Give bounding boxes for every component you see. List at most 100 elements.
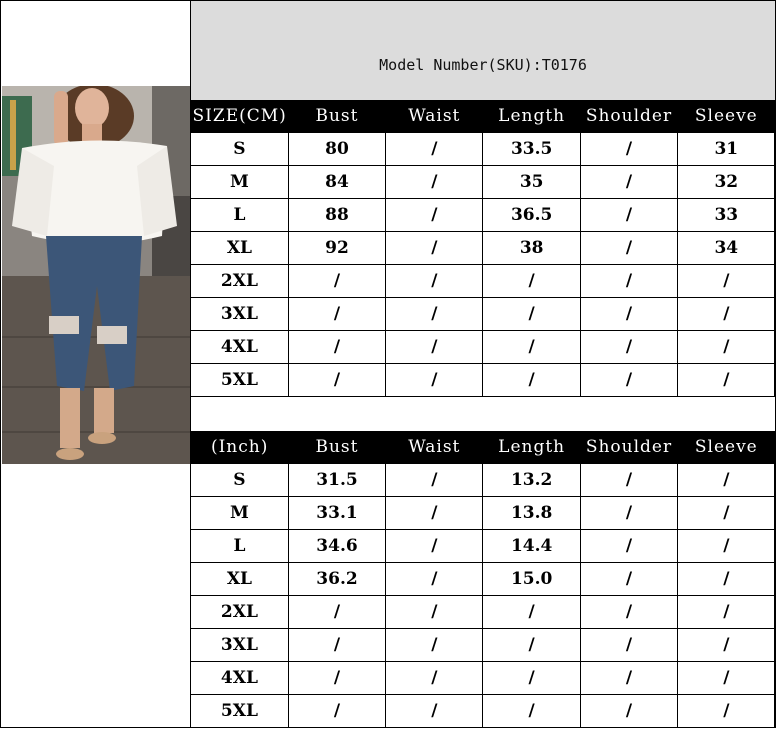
measurement-cell: / xyxy=(579,595,679,629)
measurement-cell: / xyxy=(579,231,679,265)
product-photo-panel xyxy=(0,0,191,728)
measurement-cell: / xyxy=(385,463,484,497)
measurement-cell: 38 xyxy=(482,231,581,265)
table-row: L 88/36.5/33 xyxy=(191,198,776,232)
column-header: Sleeve xyxy=(677,431,775,464)
measurement-cell: / xyxy=(287,628,387,662)
table-row: 3XL / / / / / xyxy=(191,628,776,662)
measurement-cell: / xyxy=(579,132,679,166)
column-header: Waist xyxy=(385,100,483,133)
measurement-cell: 13.2 xyxy=(482,463,581,497)
size-label-cell: 3XL xyxy=(191,297,289,331)
size-label-cell: 3XL xyxy=(191,628,289,662)
measurement-cell: 80 xyxy=(287,132,387,166)
measurement-cell: / xyxy=(385,529,484,563)
measurement-cell: / xyxy=(579,562,679,596)
measurement-cell: / xyxy=(385,264,484,298)
size-label-cell: M xyxy=(191,496,289,530)
measurement-cell: / xyxy=(482,330,581,364)
column-header: Sleeve xyxy=(677,100,775,133)
model-number: Model Number(SKU):T0176 xyxy=(191,1,775,100)
measurement-cell: 14.4 xyxy=(482,529,581,563)
column-header: Waist xyxy=(385,431,483,464)
measurement-cell: / xyxy=(677,694,776,728)
measurement-cell: / xyxy=(482,694,581,728)
measurement-cell: / xyxy=(579,165,679,199)
measurement-cell: / xyxy=(677,264,776,298)
measurement-cell: 88 xyxy=(287,198,387,232)
table-body: S 31.5/13.2// M 33.1/13.8// L 34.6/14.4// XL 36… xyxy=(191,463,776,728)
table-body: S 80/33.5/31 M 84/35/32 L 88/36.5/33 XL 92/38/3… xyxy=(191,132,776,397)
table-row: 3XL / / / / / xyxy=(191,297,776,331)
measurement-cell: / xyxy=(482,297,581,331)
measurement-cell: / xyxy=(579,628,679,662)
measurement-cell: / xyxy=(482,264,581,298)
measurement-cell: 36.2 xyxy=(287,562,387,596)
size-label-cell: 4XL xyxy=(191,661,289,695)
measurement-cell: / xyxy=(677,496,776,530)
measurement-cell: / xyxy=(677,562,776,596)
size-label-cell: 5XL xyxy=(191,694,289,728)
table-row: 5XL / / / / / xyxy=(191,694,776,728)
measurement-cell: / xyxy=(677,297,776,331)
column-header: (Inch) xyxy=(191,431,289,464)
measurement-cell: / xyxy=(579,496,679,530)
measurement-cell: / xyxy=(677,595,776,629)
table-row: M 33.1/13.8// xyxy=(191,496,776,530)
table-row: 5XL / / / / / xyxy=(191,363,776,397)
column-header: Length xyxy=(482,431,581,464)
table-row: XL 36.2/15.0// xyxy=(191,562,776,596)
measurement-cell: / xyxy=(385,297,484,331)
measurement-cell: / xyxy=(385,562,484,596)
measurement-cell: / xyxy=(287,694,387,728)
measurement-cell: / xyxy=(677,330,776,364)
measurement-cell: / xyxy=(579,297,679,331)
measurement-cell: / xyxy=(579,694,679,728)
measurement-cell: / xyxy=(677,628,776,662)
column-header: Length xyxy=(482,100,581,133)
measurement-cell: / xyxy=(287,330,387,364)
measurement-cell: 84 xyxy=(287,165,387,199)
size-label-cell: S xyxy=(191,463,289,497)
measurement-cell: / xyxy=(385,165,484,199)
measurement-cell: / xyxy=(385,694,484,728)
size-label-cell: 2XL xyxy=(191,595,289,629)
column-header: Shoulder xyxy=(580,431,678,464)
measurement-cell: / xyxy=(579,198,679,232)
measurement-cell: / xyxy=(677,529,776,563)
column-header: SIZE(CM) xyxy=(191,100,289,133)
measurement-cell: 34.6 xyxy=(287,529,387,563)
size-table-inch: (Inch) Bust Waist Length Shoulder Sleeve… xyxy=(191,431,776,728)
measurement-cell: / xyxy=(677,363,776,397)
size-table-cm: SIZE(CM) Bust Waist Length Shoulder Slee… xyxy=(191,100,776,397)
measurement-cell: / xyxy=(385,363,484,397)
size-chart: Model Number(SKU):T0176 SIZE(CM) Bust Wa… xyxy=(191,0,776,728)
size-label-cell: 2XL xyxy=(191,264,289,298)
measurement-cell: 31 xyxy=(677,132,776,166)
measurement-cell: 13.8 xyxy=(482,496,581,530)
measurement-cell: 36.5 xyxy=(482,198,581,232)
measurement-cell: / xyxy=(482,595,581,629)
table-row: 2XL / / / / / xyxy=(191,595,776,629)
measurement-cell: / xyxy=(385,595,484,629)
measurement-cell: / xyxy=(385,661,484,695)
column-header: Bust xyxy=(288,431,386,464)
measurement-cell: / xyxy=(287,661,387,695)
measurement-cell: / xyxy=(579,264,679,298)
measurement-cell: / xyxy=(287,264,387,298)
measurement-cell: / xyxy=(677,661,776,695)
size-label-cell: M xyxy=(191,165,289,199)
measurement-cell: / xyxy=(579,529,679,563)
measurement-cell: / xyxy=(385,628,484,662)
measurement-cell: 32 xyxy=(677,165,776,199)
measurement-cell: / xyxy=(385,132,484,166)
product-photo xyxy=(2,86,190,464)
measurement-cell: 31.5 xyxy=(287,463,387,497)
size-label-cell: XL xyxy=(191,562,289,596)
size-label-cell: L xyxy=(191,198,289,232)
column-header: Bust xyxy=(288,100,386,133)
measurement-cell: / xyxy=(385,330,484,364)
measurement-cell: / xyxy=(579,463,679,497)
measurement-cell: 92 xyxy=(287,231,387,265)
measurement-cell: / xyxy=(287,363,387,397)
